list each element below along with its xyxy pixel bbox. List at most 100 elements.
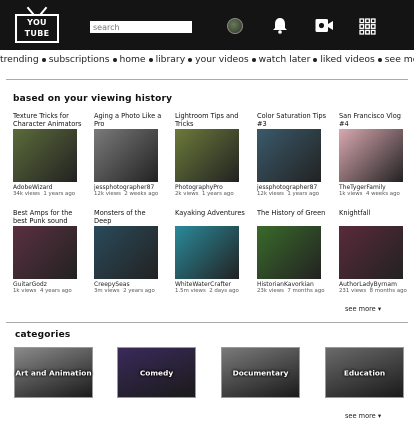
nav-subscriptions[interactable]: subscriptions: [49, 54, 110, 65]
video-thumbnail[interactable]: [257, 129, 321, 182]
see-more-categories-link[interactable]: see more ▾: [345, 412, 381, 420]
upload-age: 1 years ago: [43, 191, 76, 197]
nav-see-more[interactable]: see more: [385, 54, 414, 65]
video-thumbnail[interactable]: [339, 129, 403, 182]
video-card[interactable]: Texture Tricks for Character Animators Ad…: [13, 112, 83, 198]
channel-name[interactable]: jessphotographer87: [94, 184, 164, 191]
view-count: 3m views: [94, 288, 120, 294]
channel-name[interactable]: HistorianKavorkian: [257, 281, 327, 288]
video-meta: 12k views 1 years ago: [257, 191, 327, 198]
logo-line2: TUBE: [24, 29, 50, 38]
logo-text: YOU TUBE: [15, 17, 59, 39]
video-camera-icon[interactable]: [315, 18, 333, 33]
view-count: 1k views: [13, 288, 37, 294]
channel-name[interactable]: PhotographyPro: [175, 184, 245, 191]
video-card[interactable]: Monsters of the Deep CreepySeas 3m views 2…: [94, 209, 164, 295]
video-meta: 3m views 2 years ago: [94, 288, 164, 295]
channel-name[interactable]: TheTygerFamily: [339, 184, 409, 191]
section-title-recommended: based on your viewing history: [13, 94, 173, 104]
video-title[interactable]: Aging a Photo Like a Pro: [94, 112, 164, 128]
video-thumbnail[interactable]: [175, 226, 239, 279]
channel-name[interactable]: jessphotographer87: [257, 184, 327, 191]
video-meta: 12k views 2 weeks ago: [94, 191, 164, 198]
bell-icon[interactable]: [272, 17, 288, 34]
channel-name[interactable]: AuthorLadyByrnam: [339, 281, 409, 288]
video-meta: 1k views 4 years ago: [13, 288, 83, 295]
video-card[interactable]: Knightfall AuthorLadyByrnam 231 views 8 mo…: [339, 209, 409, 295]
video-thumbnail[interactable]: [94, 226, 158, 279]
divider: [6, 79, 408, 80]
category-tile[interactable]: Art and Animation: [14, 347, 93, 398]
upload-age: 8 months ago: [369, 288, 407, 294]
video-card[interactable]: San Francisco Vlog #4 TheTygerFamily 1k vi…: [339, 112, 409, 198]
channel-name[interactable]: CreepySeas: [94, 281, 164, 288]
separator-dot: [148, 57, 153, 62]
upload-age: 2 years ago: [123, 288, 155, 294]
video-title[interactable]: The History of Green: [257, 209, 327, 225]
logo[interactable]: YOU TUBE: [14, 6, 60, 44]
video-thumbnail[interactable]: [13, 226, 77, 279]
upload-age: 1 years ago: [201, 191, 234, 197]
nav-watch-later[interactable]: watch later: [259, 54, 311, 65]
category-label: Documentary: [232, 368, 289, 377]
video-card[interactable]: Kayaking Adventures WhiteWaterCrafter 1.5m…: [175, 209, 245, 295]
separator-dot: [188, 57, 193, 62]
video-thumbnail[interactable]: [13, 129, 77, 182]
video-thumbnail[interactable]: [257, 226, 321, 279]
video-thumbnail[interactable]: [175, 129, 239, 182]
video-title[interactable]: Best Amps for the best Punk sound: [13, 209, 83, 225]
video-meta: 23k views 7 months ago: [257, 288, 327, 295]
chevron-down-icon: ▾: [377, 305, 382, 313]
video-title[interactable]: Kayaking Adventures: [175, 209, 245, 225]
view-count: 12k views: [257, 191, 284, 197]
view-count: 2k views: [175, 191, 199, 197]
nav-trending[interactable]: trending: [0, 54, 39, 65]
nav-bar: trending subscriptions home library your vid…: [0, 54, 414, 65]
see-more-label: see more: [345, 305, 376, 313]
video-thumbnail[interactable]: [94, 129, 158, 182]
separator-dot: [377, 57, 382, 62]
see-more-videos-link[interactable]: see more ▾: [345, 305, 381, 313]
category-label: Education: [343, 368, 386, 377]
video-card[interactable]: Aging a Photo Like a Pro jessphotographer…: [94, 112, 164, 198]
globe-icon[interactable]: [227, 18, 243, 34]
upload-age: 7 months ago: [287, 288, 325, 294]
category-tile[interactable]: Education: [325, 347, 404, 398]
video-title[interactable]: Monsters of the Deep: [94, 209, 164, 225]
video-title[interactable]: Lightroom Tips and Tricks: [175, 112, 245, 128]
channel-name[interactable]: AdobeWizard: [13, 184, 83, 191]
video-card[interactable]: The History of Green HistorianKavorkian 23…: [257, 209, 327, 295]
video-title[interactable]: San Francisco Vlog #4: [339, 112, 409, 128]
video-title[interactable]: Texture Tricks for Character Animators: [13, 112, 83, 128]
apps-grid-icon[interactable]: [359, 18, 376, 35]
nav-your-videos[interactable]: your videos: [195, 54, 248, 65]
channel-name[interactable]: GuitarGodz: [13, 281, 83, 288]
video-meta: 34k views 1 years ago: [13, 191, 83, 198]
nav-library[interactable]: library: [156, 54, 186, 65]
video-meta: 1.5m views 2 days ago: [175, 288, 245, 295]
view-count: 34k views: [13, 191, 40, 197]
video-meta: 2k views 1 years ago: [175, 191, 245, 198]
video-meta: 1k views 4 weeks ago: [339, 191, 409, 198]
logo-line1: YOU: [27, 18, 47, 27]
video-card[interactable]: Lightroom Tips and Tricks PhotographyPro 2…: [175, 112, 245, 198]
section-title-categories: categories: [15, 330, 71, 340]
video-thumbnail[interactable]: [339, 226, 403, 279]
view-count: 1k views: [339, 191, 363, 197]
upload-age: 2 days ago: [209, 288, 239, 294]
video-card[interactable]: Color Saturation Tips #3 jessphotographer…: [257, 112, 327, 198]
video-title[interactable]: Color Saturation Tips #3: [257, 112, 327, 128]
nav-liked-videos[interactable]: liked videos: [320, 54, 374, 65]
header-bar: YOU TUBE: [0, 0, 414, 50]
nav-home[interactable]: home: [120, 54, 146, 65]
video-title[interactable]: Knightfall: [339, 209, 409, 225]
category-tile[interactable]: Documentary: [221, 347, 300, 398]
upload-age: 4 weeks ago: [365, 191, 400, 197]
divider: [6, 322, 408, 323]
search-input[interactable]: [90, 21, 192, 33]
category-tile[interactable]: Comedy: [117, 347, 196, 398]
upload-age: 2 weeks ago: [124, 191, 159, 197]
separator-dot: [112, 57, 117, 62]
video-card[interactable]: Best Amps for the best Punk sound GuitarG…: [13, 209, 83, 295]
channel-name[interactable]: WhiteWaterCrafter: [175, 281, 245, 288]
